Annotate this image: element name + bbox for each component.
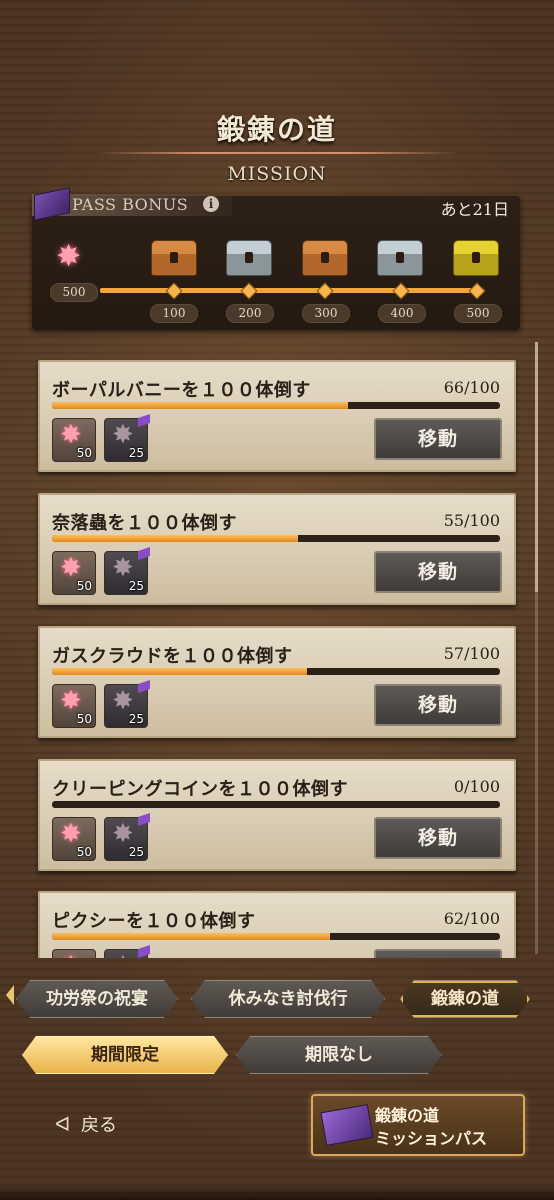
mission-progress-text: 55/100	[443, 511, 500, 530]
mission-card: ボーパルバニーを１００体倒す 66/100 ✸ 50 ✸ 25 移動	[38, 360, 516, 472]
mission-list[interactable]: ボーパルバニーを１００体倒す 66/100 ✸ 50 ✸ 25 移動 奈落蟲を１００…	[0, 0, 554, 958]
mission-progress-bar	[52, 801, 500, 808]
tab-subjugation[interactable]: 休みなき討伐行	[191, 980, 385, 1018]
pink-star-reward-icon[interactable]: ✸50	[52, 684, 96, 728]
move-button[interactable]: 移動	[374, 949, 502, 958]
mission-progress-text: 66/100	[443, 378, 500, 397]
scroll-left-arrow-icon[interactable]	[6, 985, 14, 1005]
pass-star-reward-icon[interactable]: ✸25	[104, 945, 150, 958]
back-arrow-icon: ᐊ	[55, 1112, 71, 1136]
move-button[interactable]: 移動	[374, 551, 502, 593]
mission-progress-bar	[52, 402, 500, 409]
pass-ticket-icon	[320, 1104, 374, 1146]
pink-star-reward-icon[interactable]: ✸50	[52, 418, 96, 462]
mission-progress-bar	[52, 933, 500, 940]
mission-name: 奈落蟲を１００体倒す	[52, 513, 237, 534]
bottom-shadow	[0, 1185, 554, 1200]
move-button[interactable]: 移動	[374, 684, 502, 726]
mission-progress-bar	[52, 668, 500, 675]
scrollbar-thumb[interactable]	[535, 342, 538, 592]
mission-card: ガスクラウドを１００体倒す 57/100 ✸ 50 ✸ 25 移動	[38, 626, 516, 738]
back-label: 戻る	[81, 1115, 117, 1136]
mission-name: ボーパルバニーを１００体倒す	[52, 380, 311, 401]
tab-limited-time[interactable]: 期間限定	[22, 1036, 228, 1074]
back-button[interactable]: ᐊ 戻る	[55, 1108, 175, 1140]
pass-star-reward-icon[interactable]: ✸25	[104, 813, 150, 861]
mission-progress-text: 0/100	[453, 777, 500, 796]
pink-star-reward-icon[interactable]: ✸50	[52, 817, 96, 861]
move-button[interactable]: 移動	[374, 817, 502, 859]
mission-progress-text: 62/100	[443, 909, 500, 928]
tab-no-limit[interactable]: 期限なし	[236, 1036, 442, 1074]
mission-card: クリーピングコインを１００体倒す 0/100 ✸ 50 ✸ 25 移動	[38, 759, 516, 871]
mission-name: ピクシーを１００体倒す	[52, 911, 256, 932]
mission-progress-text: 57/100	[443, 644, 500, 663]
tab-training-road[interactable]: 鍛錬の道	[400, 980, 530, 1018]
mission-name: クリーピングコインを１００体倒す	[52, 779, 348, 800]
move-button[interactable]: 移動	[374, 418, 502, 460]
mission-pass-label-1: 鍛錬の道	[375, 1106, 440, 1125]
pink-star-reward-icon[interactable]: ✸50	[52, 551, 96, 595]
pass-star-reward-icon[interactable]: ✸25	[104, 414, 150, 462]
mission-pass-label-2: ミッションパス	[375, 1129, 488, 1148]
mission-progress-bar	[52, 535, 500, 542]
pink-star-reward-icon[interactable]: ✸50	[52, 949, 96, 958]
mission-name: ガスクラウドを１００体倒す	[52, 646, 293, 667]
mission-card: 奈落蟲を１００体倒す 55/100 ✸ 50 ✸ 25 移動	[38, 493, 516, 605]
pass-star-reward-icon[interactable]: ✸25	[104, 547, 150, 595]
pass-star-reward-icon[interactable]: ✸25	[104, 680, 150, 728]
mission-card: ピクシーを１００体倒す 62/100 ✸50 ✸25 移動	[38, 891, 516, 958]
tab-festival[interactable]: 功労祭の祝宴	[16, 980, 178, 1018]
mission-pass-button[interactable]: 鍛錬の道 ミッションパス	[311, 1094, 525, 1156]
